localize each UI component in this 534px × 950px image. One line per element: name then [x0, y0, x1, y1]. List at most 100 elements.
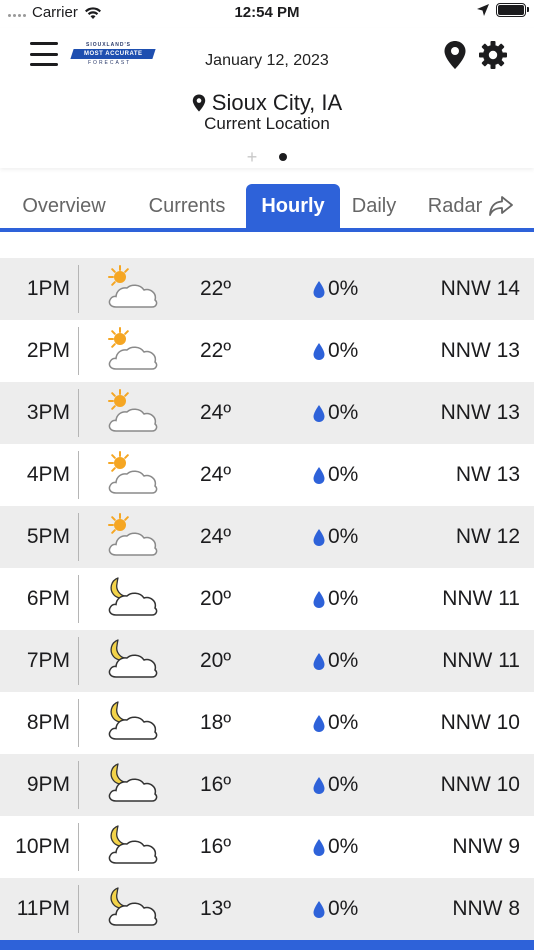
tab-label: Overview	[22, 194, 106, 217]
partly-sunny-icon	[108, 327, 158, 370]
wind-speed: NNW 13	[440, 401, 520, 424]
hourly-row[interactable]: 1PM 22º 0% NNW 14	[0, 258, 534, 320]
wind-speed: NW 13	[455, 463, 520, 486]
precip-chance: 0%	[312, 339, 358, 363]
app-header: SIOUXLAND'S MOST ACCURATE FORECAST Janua…	[0, 28, 534, 168]
partly-cloudy-night-icon	[108, 763, 158, 802]
precip-value: 0%	[328, 897, 359, 920]
hourly-forecast-list: 1PM 22º 0% NNW 14 2PM 22º 0% NNW 13 3PM 24º 0% NNW …	[0, 258, 534, 940]
locations-button[interactable]	[443, 40, 467, 70]
raindrop-icon	[313, 404, 325, 422]
page-indicator-dot[interactable]	[279, 153, 288, 161]
partly-cloudy-night-icon	[108, 887, 158, 926]
hour-temperature: 24º	[200, 525, 232, 548]
wind-speed: NW 12	[455, 525, 520, 548]
row-divider	[78, 327, 79, 375]
hour-temperature: 22º	[200, 339, 232, 362]
tab-currents[interactable]: Currents	[128, 184, 246, 228]
precip-chance: 0%	[312, 897, 358, 921]
row-divider	[78, 699, 79, 747]
precip-value: 0%	[328, 649, 359, 672]
add-location-button[interactable]: +	[247, 148, 258, 166]
location-pin-icon	[192, 94, 205, 112]
row-divider	[78, 513, 79, 561]
precip-value: 0%	[328, 587, 359, 610]
location-pager: +	[0, 148, 534, 166]
partly-cloudy-night-icon	[108, 825, 158, 864]
hourly-row[interactable]: 2PM 22º 0% NNW 13	[0, 320, 534, 382]
hour-temperature: 18º	[200, 711, 232, 734]
hour-time: 5PM	[26, 525, 70, 548]
raindrop-icon	[313, 900, 325, 918]
precip-value: 0%	[328, 773, 359, 796]
raindrop-icon	[313, 652, 325, 670]
hourly-row[interactable]: 7PM 20º 0% NNW 11	[0, 630, 534, 692]
precip-value: 0%	[328, 277, 359, 300]
partly-sunny-icon	[108, 265, 158, 308]
tab-radar[interactable]: Radar	[408, 184, 534, 228]
hour-temperature: 22º	[200, 277, 232, 300]
menu-bar	[30, 42, 58, 45]
hour-time: 6PM	[26, 587, 70, 610]
city-name: Sioux City, IA	[211, 90, 343, 115]
current-location-label: Current Location	[204, 114, 330, 133]
hour-time: 9PM	[26, 773, 70, 796]
wind-speed: NNW 11	[442, 649, 520, 672]
logo-main-text: MOST ACCURATE	[83, 51, 143, 57]
bottom-accent-bar	[0, 940, 534, 950]
raindrop-icon	[313, 280, 325, 298]
precip-chance: 0%	[312, 525, 358, 549]
map-pin-icon	[444, 41, 466, 69]
row-divider	[78, 637, 79, 685]
row-divider	[78, 265, 79, 313]
precip-chance: 0%	[312, 711, 358, 735]
hourly-row[interactable]: 10PM 16º 0% NNW 9	[0, 816, 534, 878]
hour-temperature: 20º	[200, 587, 232, 610]
status-right	[476, 3, 529, 17]
battery-icon	[496, 3, 529, 17]
hour-temperature: 20º	[200, 649, 232, 672]
hourly-row[interactable]: 3PM 24º 0% NNW 13	[0, 382, 534, 444]
precip-chance: 0%	[312, 587, 358, 611]
wind-speed: NNW 8	[452, 897, 520, 920]
hour-time: 7PM	[26, 649, 70, 672]
hourly-row[interactable]: 11PM 13º 0% NNW 8	[0, 878, 534, 940]
hourly-row[interactable]: 8PM 18º 0% NNW 10	[0, 692, 534, 754]
tab-daily[interactable]: Daily	[340, 184, 408, 228]
city-row: Sioux City, IA	[0, 90, 534, 116]
tab-hourly[interactable]: Hourly	[246, 184, 340, 228]
raindrop-icon	[313, 776, 325, 794]
settings-button[interactable]	[478, 40, 508, 70]
precip-chance: 0%	[312, 835, 358, 859]
tab-overview[interactable]: Overview	[0, 184, 128, 228]
partly-sunny-icon	[108, 451, 158, 494]
row-divider	[78, 575, 79, 623]
row-divider	[78, 389, 79, 437]
raindrop-icon	[313, 714, 325, 732]
hour-time: 1PM	[26, 277, 70, 300]
row-divider	[78, 885, 79, 933]
tab-label: Radar	[427, 194, 483, 217]
hourly-row[interactable]: 6PM 20º 0% NNW 11	[0, 568, 534, 630]
share-arrow-icon	[488, 195, 514, 217]
wind-speed: NNW 11	[442, 587, 520, 610]
wind-speed: NNW 14	[440, 277, 520, 300]
menu-bar	[30, 52, 58, 56]
hourly-row[interactable]: 5PM 24º 0% NW 12	[0, 506, 534, 568]
precip-chance: 0%	[312, 649, 358, 673]
gear-icon	[479, 41, 507, 69]
menu-button[interactable]	[30, 42, 58, 66]
row-divider	[78, 823, 79, 871]
logo-sub-text: FORECAST	[88, 60, 132, 66]
status-bar: Carrier 12:54 PM	[0, 0, 534, 28]
hourly-row[interactable]: 4PM 24º 0% NW 13	[0, 444, 534, 506]
hourly-row[interactable]: 9PM 16º 0% NNW 10	[0, 754, 534, 816]
hour-time: 3PM	[26, 401, 70, 424]
raindrop-icon	[313, 342, 325, 360]
precip-value: 0%	[328, 711, 359, 734]
tab-label: Currents	[148, 194, 226, 217]
tab-label: Daily	[351, 194, 397, 217]
hour-time: 10PM	[15, 835, 70, 858]
location-arrow-icon	[477, 4, 489, 16]
precip-value: 0%	[328, 401, 359, 424]
